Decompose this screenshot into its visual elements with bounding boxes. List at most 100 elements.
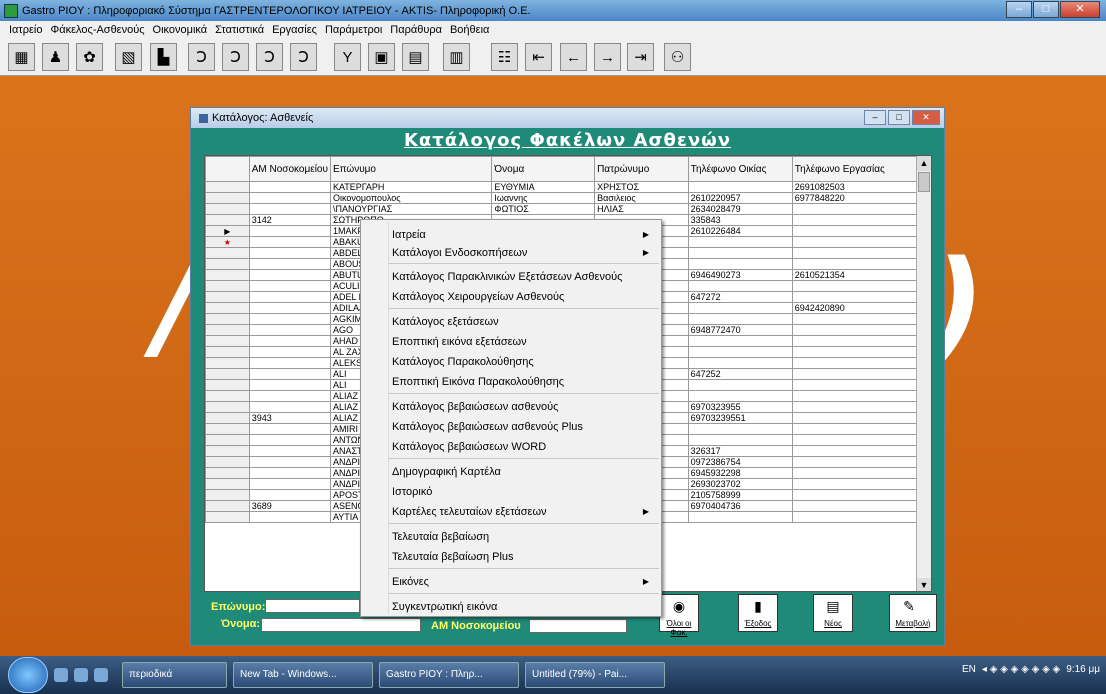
context-menu-item[interactable]: Κατάλογος βεβαιώσεων ασθενούς Plus xyxy=(392,418,657,436)
grid-cell[interactable] xyxy=(791,434,931,446)
context-menu-item[interactable]: Κατάλογος βεβαιώσεων WORD xyxy=(392,438,657,456)
grid-cell[interactable] xyxy=(791,390,931,402)
taskbar-item[interactable]: New Tab - Windows... xyxy=(233,662,373,688)
grid-cell[interactable] xyxy=(791,379,931,391)
row-selector[interactable] xyxy=(205,324,250,336)
column-header[interactable]: AM Νοσοκομείου xyxy=(248,156,331,182)
row-selector[interactable] xyxy=(205,302,250,314)
context-menu-item[interactable]: Κατάλογοι Ενδοσκοπήσεων ▶ xyxy=(392,244,657,262)
grid-cell[interactable]: 0972386754 xyxy=(687,456,793,468)
context-menu-item[interactable]: Συγκεντρωτική εικόνα xyxy=(392,598,657,616)
arrow-prev-icon[interactable]: ← xyxy=(560,43,587,71)
row-selector[interactable] xyxy=(205,467,250,479)
grid-cell[interactable] xyxy=(791,445,931,457)
row-selector[interactable] xyxy=(205,313,250,325)
grid-cell[interactable]: 647252 xyxy=(687,368,793,380)
grid-cell[interactable] xyxy=(248,313,331,325)
grid-cell[interactable] xyxy=(248,236,331,248)
grid-cell[interactable] xyxy=(248,247,331,259)
menu-item-6[interactable]: Παράθυρα xyxy=(390,24,442,36)
child-close-button[interactable]: ✕ xyxy=(912,110,940,125)
scroll-up-icon[interactable]: ▲ xyxy=(917,156,931,171)
grid-cell[interactable] xyxy=(248,269,331,281)
grid-cell[interactable]: ΚΑΤΕΡΓΑΡΗ xyxy=(329,181,493,193)
grid-cell[interactable] xyxy=(248,423,331,435)
grid-cell[interactable] xyxy=(248,181,331,193)
grid-cell[interactable] xyxy=(687,313,793,325)
row-selector[interactable] xyxy=(205,335,250,347)
grid-cell[interactable] xyxy=(248,302,331,314)
row-selector[interactable] xyxy=(205,214,250,226)
grid-cell[interactable] xyxy=(248,445,331,457)
chart-icon[interactable]: ▙ xyxy=(150,43,177,71)
context-menu-item[interactable]: Εποπτική Εικόνα Παρακολούθησης xyxy=(392,373,657,391)
organ-icon[interactable]: Ↄ xyxy=(290,43,317,71)
grid-cell[interactable] xyxy=(791,236,931,248)
grid-cell[interactable] xyxy=(791,401,931,413)
grid-cell[interactable]: ΧΡΗΣΤΟΣ xyxy=(594,181,689,193)
grid-cell[interactable]: ΗΛΙΑΣ xyxy=(594,203,689,215)
users-icon[interactable]: ⚇ xyxy=(664,43,691,71)
grid-cell[interactable]: 6970323955 xyxy=(687,401,793,413)
grid-cell[interactable]: 2105758999 xyxy=(687,489,793,501)
menu-item-4[interactable]: Εργασίες xyxy=(272,24,317,36)
grid-cell[interactable] xyxy=(248,390,331,402)
organ-icon[interactable]: Ↄ xyxy=(256,43,283,71)
grid-cell[interactable] xyxy=(791,214,931,226)
row-selector[interactable] xyxy=(205,203,250,215)
grid-cell[interactable] xyxy=(687,247,793,259)
table-row[interactable]: \ΠΑΝΟΥΡΓΙΑΣ ΦΩΤΙΟΣ ΗΛΙΑΣ 2634028479 xyxy=(205,203,931,215)
menu-item-0[interactable]: Ιατρείο xyxy=(9,24,42,36)
grid-cell[interactable]: ΕΥΘΥΜΙΑ xyxy=(491,181,596,193)
grid-cell[interactable]: Βασιλειος xyxy=(594,192,689,204)
grid-cell[interactable] xyxy=(248,467,331,479)
row-selector[interactable] xyxy=(205,291,250,303)
grid-cell[interactable] xyxy=(791,258,931,270)
row-selector[interactable] xyxy=(205,181,250,193)
row-selector[interactable] xyxy=(205,401,250,413)
people-icon[interactable]: ♟ xyxy=(42,43,69,71)
context-menu-item[interactable]: Ιατρεία ▶ xyxy=(392,226,657,244)
grid-cell[interactable] xyxy=(791,489,931,501)
grid-cell[interactable] xyxy=(248,401,331,413)
row-selector[interactable] xyxy=(205,489,250,501)
start-button[interactable] xyxy=(8,657,48,693)
grid-cell[interactable] xyxy=(687,302,793,314)
grid-cell[interactable] xyxy=(248,368,331,380)
organ-icon[interactable]: Ↄ xyxy=(188,43,215,71)
column-header[interactable]: Τηλέφωνο Οικίας xyxy=(687,156,793,182)
taskbar-item[interactable]: Untitled (79%) - Pai... xyxy=(525,662,665,688)
column-header[interactable]: Όνομα xyxy=(491,156,596,182)
row-selector[interactable] xyxy=(205,390,250,402)
grid-cell[interactable] xyxy=(791,423,931,435)
grid-cell[interactable]: Οικονομοπουλος xyxy=(329,192,493,204)
context-menu-item[interactable]: Κατάλογος βεβαιώσεων ασθενούς xyxy=(392,398,657,416)
calculator-icon[interactable]: ▦ xyxy=(8,43,35,71)
grid-cell[interactable] xyxy=(687,181,793,193)
grid-cell[interactable]: 2610220957 xyxy=(687,192,793,204)
taskbar-item[interactable]: περιοδικά xyxy=(122,662,227,688)
grid-cell[interactable]: 6977848220 xyxy=(791,192,931,204)
menu-item-1[interactable]: Φάκελος-Ασθενούς xyxy=(50,24,144,36)
maximize-button[interactable]: □ xyxy=(1033,1,1059,18)
menu-item-2[interactable]: Οικονομικά xyxy=(153,24,208,36)
grid-cell[interactable] xyxy=(248,346,331,358)
grid-cell[interactable]: 3943 xyxy=(248,412,331,424)
menu-item-3[interactable]: Στατιστικά xyxy=(215,24,264,36)
grid-cell[interactable] xyxy=(687,258,793,270)
grid-cell[interactable] xyxy=(687,390,793,402)
grid-cell[interactable] xyxy=(248,225,331,237)
grid-cell[interactable]: 69703239551 xyxy=(687,412,793,424)
grid-cell[interactable] xyxy=(687,357,793,369)
grid-cell[interactable] xyxy=(791,478,931,490)
grid-vertical-scrollbar[interactable]: ▲ ▼ xyxy=(916,156,931,591)
surname-input[interactable] xyxy=(265,599,360,613)
grid-cell[interactable]: 6942420890 xyxy=(791,302,931,314)
row-selector[interactable] xyxy=(205,412,250,424)
grid-cell[interactable]: 3142 xyxy=(248,214,331,226)
grid-cell[interactable] xyxy=(791,412,931,424)
arrow-first-icon[interactable]: ⇤ xyxy=(525,43,552,71)
column-header[interactable]: Τηλέφωνο Εργασίας xyxy=(791,156,931,182)
context-menu-item[interactable]: Εποπτική εικόνα εξετάσεων xyxy=(392,333,657,351)
grid-cell[interactable] xyxy=(791,247,931,259)
